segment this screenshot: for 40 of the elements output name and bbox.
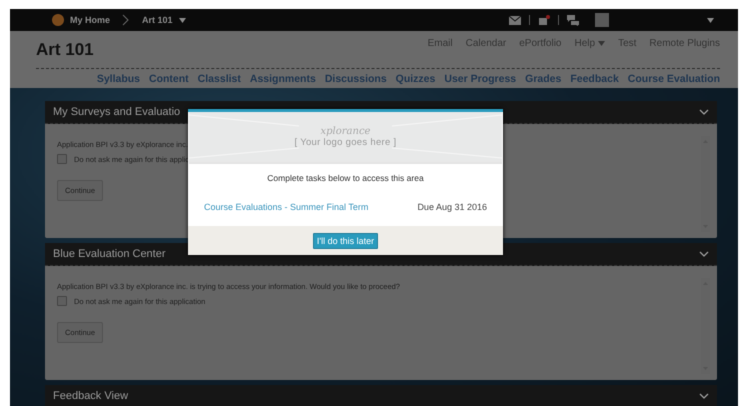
instruction-text: Complete tasks below to access this area (266, 173, 425, 183)
caret-icon (598, 41, 606, 46)
nav-link[interactable]: Assignments (250, 72, 316, 84)
header-link[interactable]: ePortfolio (519, 38, 562, 49)
nav-link[interactable]: User Progress (444, 72, 516, 84)
nav-link[interactable]: Content (149, 72, 189, 84)
brand-logo: xplorance (320, 126, 370, 137)
task-link[interactable]: Course Evaluations - Summer Final Term (204, 202, 368, 212)
notification-icon[interactable] (538, 14, 550, 26)
chevron-down-icon[interactable] (699, 251, 709, 257)
envelope-icon[interactable] (509, 14, 521, 26)
checkbox[interactable] (57, 296, 67, 306)
chat-bubbles-icon[interactable] (567, 14, 579, 26)
caret-icon[interactable] (178, 18, 186, 22)
panel-title: My Surveys and Evaluatio (53, 106, 180, 118)
header-link[interactable]: Remote Plugins (649, 38, 720, 49)
home-link[interactable]: My Home (70, 15, 110, 25)
nav-link[interactable]: Course Evaluation (628, 72, 720, 84)
panel-title: Blue Evaluation Center (53, 248, 166, 260)
do-later-button[interactable]: I'll do this later (312, 232, 378, 248)
header-link[interactable]: Test (618, 38, 636, 49)
course-selector[interactable]: Art 101 (142, 15, 173, 25)
nav-link[interactable]: Quizzes (396, 72, 436, 84)
checkbox[interactable] (57, 154, 67, 164)
home-logo-icon[interactable] (52, 14, 64, 26)
panel-title: Feedback View (53, 390, 128, 402)
nav-link[interactable]: Discussions (324, 72, 387, 84)
due-date: Due Aug 31 2016 (417, 202, 487, 212)
chevron-right-icon (122, 14, 130, 26)
logo-caption: [ Your logo goes here ] (294, 137, 396, 148)
chevron-down-icon[interactable] (699, 109, 709, 115)
nav-link[interactable]: Grades (525, 72, 562, 84)
nav-link[interactable]: Classlist (198, 72, 241, 84)
header-link[interactable]: Calendar (466, 38, 506, 49)
header-link[interactable]: Email (428, 38, 453, 49)
caret-icon[interactable] (707, 18, 714, 22)
course-title: Art 101 (36, 40, 94, 60)
chevron-down-icon[interactable] (699, 393, 709, 399)
nav-link[interactable]: Syllabus (96, 72, 140, 84)
nav-link[interactable]: Feedback (570, 72, 619, 84)
